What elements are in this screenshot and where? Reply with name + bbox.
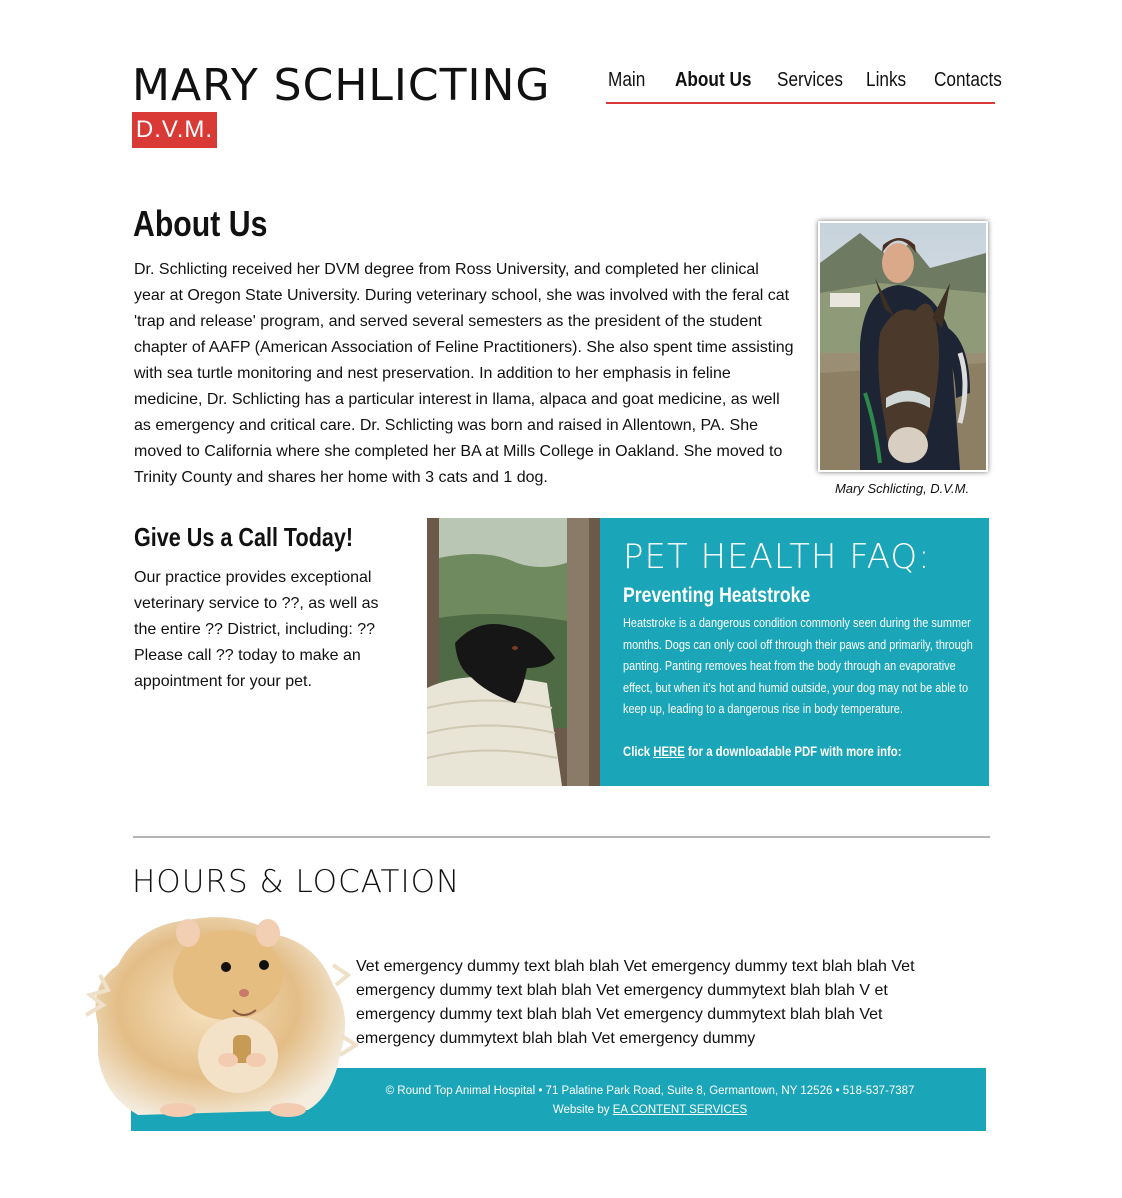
faq-cta-prefix: Click [623, 744, 654, 759]
footer-credit-prefix: Website by [552, 1104, 613, 1116]
footer-contact-info: © Round Top Animal Hospital • 71 Palatin… [385, 1085, 915, 1097]
nav-item-about-us[interactable]: About Us [675, 66, 751, 94]
photo-caption: Mary Schlicting, D.V.M. [834, 481, 970, 496]
faq-title: PET HEALTH FAQ: [623, 537, 931, 577]
hours-location-title: HOURS & LOCATION [132, 864, 461, 900]
dog-in-car-image [427, 518, 600, 786]
call-body-text: Our practice provides exceptional veteri… [134, 569, 379, 690]
faq-subtitle: Preventing Heatstroke [623, 584, 811, 607]
footer-credit-link[interactable]: EA CONTENT SERVICES [613, 1104, 747, 1116]
about-body-text: Dr. Schlicting received her DVM degree f… [134, 261, 794, 486]
faq-download-link[interactable]: HERE [653, 744, 685, 759]
main-nav: Main About Us Services Links Contacts [606, 66, 1002, 104]
call-title: Give Us a Call Today! [134, 522, 354, 552]
faq-body-text: Heatstroke is a dangerous condition comm… [623, 615, 973, 716]
doctor-with-donkey-image [820, 223, 986, 470]
hamster-image [78, 905, 360, 1120]
nav-item-links[interactable]: Links [866, 66, 906, 94]
nav-item-main[interactable]: Main [608, 66, 645, 94]
brand-name: MARY SCHLICTING [132, 60, 551, 111]
doctor-photo [818, 221, 988, 472]
nav-item-contacts[interactable]: Contacts [934, 66, 1002, 94]
page-title: About Us [133, 203, 268, 244]
hours-body-text: Vet emergency dummy text blah blah Vet e… [356, 958, 915, 1047]
section-divider [133, 836, 990, 838]
brand-badge: D.V.M. [132, 112, 217, 148]
faq-download-prompt: Click HERE for a downloadable PDF with m… [623, 741, 902, 763]
nav-item-services[interactable]: Services [777, 66, 843, 94]
footer-credit: Website by EA CONTENT SERVICES [370, 1101, 930, 1119]
faq-cta-suffix: for a downloadable PDF with more info: [684, 744, 902, 759]
